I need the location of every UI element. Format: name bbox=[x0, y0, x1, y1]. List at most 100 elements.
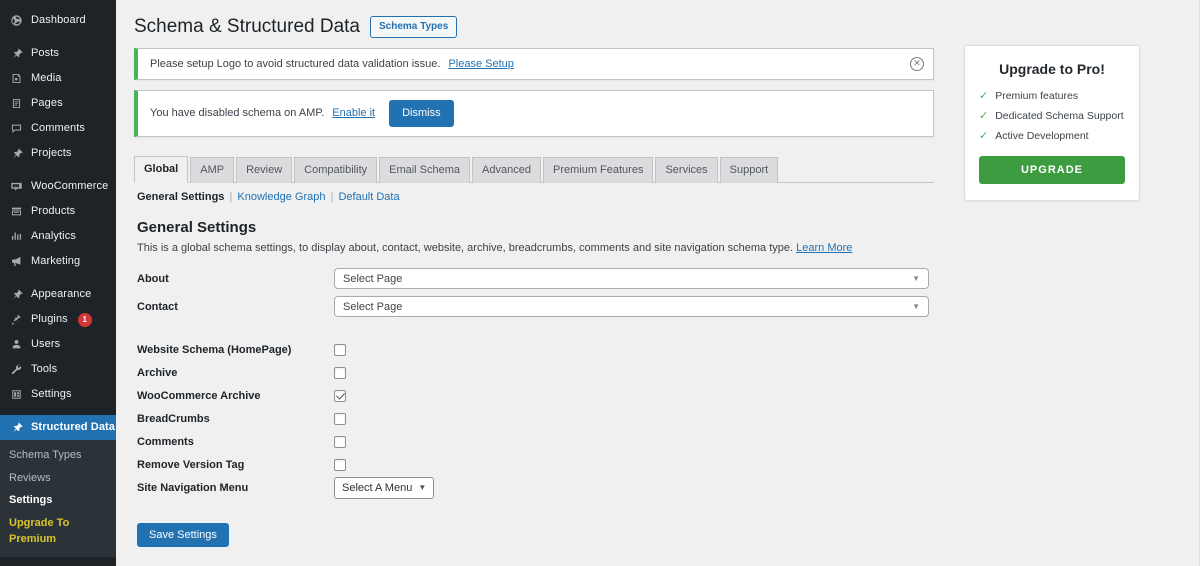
sidebar-item-projects[interactable]: Projects bbox=[0, 141, 116, 166]
about-select[interactable]: Select Page ▼ bbox=[334, 268, 929, 290]
tab-support[interactable]: Support bbox=[719, 157, 779, 184]
check-icon: ✓ bbox=[979, 90, 989, 102]
tab-bar: Global AMP Review Compatibility Email Schema… bbox=[134, 156, 934, 184]
checkbox-woocommerce-archive[interactable] bbox=[334, 389, 346, 402]
megaphone-icon bbox=[9, 254, 24, 269]
chevron-down-icon: ▼ bbox=[912, 302, 920, 312]
sidebar-item-analytics[interactable]: Analytics bbox=[0, 224, 116, 249]
settings-icon bbox=[9, 387, 24, 402]
comments-label: Comments bbox=[137, 435, 194, 448]
tab-premium-features[interactable]: Premium Features bbox=[542, 157, 654, 184]
submenu-item-upgrade-to-premium[interactable]: Upgrade To Premium bbox=[0, 512, 116, 551]
sidebar-item-appearance[interactable]: Appearance bbox=[0, 282, 116, 307]
contact-select-value: Select Page bbox=[343, 300, 403, 313]
sidebar-item-label: Plugins bbox=[31, 313, 68, 325]
save-settings-row: Save Settings bbox=[137, 523, 1183, 548]
site-navigation-menu-select[interactable]: Select A Menu ▼ bbox=[334, 476, 435, 499]
wrench-icon bbox=[9, 362, 24, 377]
upgrade-button[interactable]: UPGRADE bbox=[979, 155, 1125, 184]
sidebar-item-label: Projects bbox=[31, 147, 72, 159]
sidebar-item-label: Analytics bbox=[31, 230, 76, 242]
tab-amp[interactable]: AMP bbox=[190, 157, 235, 184]
sidebar-item-structured-data[interactable]: Structured Data bbox=[0, 415, 116, 440]
sidebar-item-label: WooCommerce bbox=[31, 180, 109, 192]
menu-divider bbox=[0, 407, 116, 415]
menu-divider bbox=[0, 33, 116, 41]
subnav-link-default-data[interactable]: Default Data bbox=[338, 191, 399, 203]
checkbox-fields: Website Schema (HomePage) Archive WooComme… bbox=[134, 338, 1183, 476]
notice-text: You have disabled schema on AMP. bbox=[150, 107, 325, 120]
submenu-item-reviews[interactable]: Reviews bbox=[0, 467, 116, 490]
structured-data-submenu: Schema Types Reviews Settings Upgrade To Pr… bbox=[0, 440, 116, 557]
sidebar-item-tools[interactable]: Tools bbox=[0, 357, 116, 382]
tab-services[interactable]: Services bbox=[655, 157, 718, 184]
checkbox-remove-version-tag[interactable] bbox=[334, 458, 346, 471]
media-icon bbox=[9, 71, 24, 86]
admin-sidebar: Dashboard Posts Media Pages Comments Projects… bbox=[0, 0, 116, 566]
plugins-update-badge: 1 bbox=[77, 312, 92, 327]
tab-advanced[interactable]: Advanced bbox=[472, 157, 541, 184]
sidebar-item-label: Users bbox=[31, 338, 61, 350]
notice-logo-setup: Please setup Logo to avoid structured da… bbox=[134, 47, 934, 80]
subnav-link-knowledge-graph[interactable]: Knowledge Graph bbox=[237, 191, 325, 203]
sidebar-item-marketing[interactable]: Marketing bbox=[0, 249, 116, 274]
pin-icon bbox=[9, 146, 24, 161]
menu-divider bbox=[0, 557, 116, 565]
sidebar-item-settings[interactable]: Settings bbox=[0, 382, 116, 407]
pin-icon bbox=[9, 46, 24, 61]
check-icon: ✓ bbox=[979, 130, 989, 143]
checkbox-row-remove-version-tag: Remove Version Tag bbox=[134, 453, 1183, 476]
please-setup-link[interactable]: Please Setup bbox=[448, 58, 513, 70]
save-settings-button[interactable]: Save Settings bbox=[137, 523, 229, 548]
sidebar-item-label: Media bbox=[31, 72, 62, 84]
menu-divider bbox=[0, 166, 116, 174]
sidebar-item-label: Dashboard bbox=[31, 14, 86, 26]
sidebar-item-media[interactable]: Media bbox=[0, 66, 116, 91]
remove-version-tag-label: Remove Version Tag bbox=[137, 458, 245, 471]
contact-select[interactable]: Select Page ▼ bbox=[334, 296, 929, 318]
checkbox-website-schema[interactable] bbox=[334, 343, 346, 356]
sidebar-item-comments[interactable]: Comments bbox=[0, 116, 116, 141]
site-navigation-menu-row: Site Navigation Menu Select A Menu ▼ bbox=[134, 476, 1183, 499]
sidebar-item-plugins[interactable]: Plugins 1 bbox=[0, 307, 116, 332]
tab-compatibility[interactable]: Compatibility bbox=[294, 157, 378, 184]
upgrade-feature-item: ✓ Dedicated Schema Support bbox=[979, 110, 1125, 123]
checkbox-breadcrumbs[interactable] bbox=[334, 412, 346, 425]
enable-it-link[interactable]: Enable it bbox=[332, 107, 375, 119]
about-select-value: Select Page bbox=[343, 272, 403, 285]
tab-global[interactable]: Global bbox=[134, 156, 189, 184]
tab-email-schema[interactable]: Email Schema bbox=[379, 157, 471, 184]
site-navigation-menu-label: Site Navigation Menu bbox=[137, 481, 249, 494]
sidebar-item-label: Tools bbox=[31, 363, 58, 375]
schema-types-button[interactable]: Schema Types bbox=[370, 16, 458, 39]
upgrade-box-title: Upgrade to Pro! bbox=[999, 61, 1105, 77]
sidebar-item-label: Products bbox=[31, 205, 76, 217]
checkbox-comments[interactable] bbox=[334, 435, 346, 448]
submenu-item-settings[interactable]: Settings bbox=[0, 489, 116, 512]
checkbox-archive[interactable] bbox=[334, 366, 346, 379]
plugins-icon bbox=[9, 312, 24, 327]
notice-text: Please setup Logo to avoid structured da… bbox=[150, 57, 441, 70]
menu-divider bbox=[0, 274, 116, 282]
sidebar-item-woocommerce[interactable]: WooCommerce bbox=[0, 174, 116, 199]
sidebar-item-posts[interactable]: Posts bbox=[0, 41, 116, 66]
brush-icon bbox=[9, 287, 24, 302]
sidebar-item-dashboard[interactable]: Dashboard bbox=[0, 8, 116, 33]
upgrade-feature-item: ✓ Premium features bbox=[979, 90, 1125, 103]
learn-more-link[interactable]: Learn More bbox=[796, 242, 852, 254]
analytics-icon bbox=[9, 229, 24, 244]
sidebar-item-users[interactable]: Users bbox=[0, 332, 116, 357]
section-description-text: This is a global schema settings, to dis… bbox=[137, 242, 794, 255]
upgrade-feature-label: Dedicated Schema Support bbox=[995, 110, 1124, 123]
sidebar-item-pages[interactable]: Pages bbox=[0, 91, 116, 116]
sidebar-item-products[interactable]: Products bbox=[0, 199, 116, 224]
submenu-item-schema-types[interactable]: Schema Types bbox=[0, 444, 116, 467]
subnav-separator: | bbox=[330, 191, 334, 204]
tab-review[interactable]: Review bbox=[236, 157, 293, 184]
dismiss-button[interactable]: Dismiss bbox=[389, 99, 454, 128]
notice-amp-disabled: You have disabled schema on AMP. Enable … bbox=[134, 89, 934, 138]
sidebar-item-label: Marketing bbox=[31, 255, 81, 267]
dashboard-icon bbox=[9, 13, 24, 28]
chevron-down-icon: ▼ bbox=[418, 483, 427, 493]
close-circle-icon[interactable]: ✕ bbox=[910, 56, 924, 71]
